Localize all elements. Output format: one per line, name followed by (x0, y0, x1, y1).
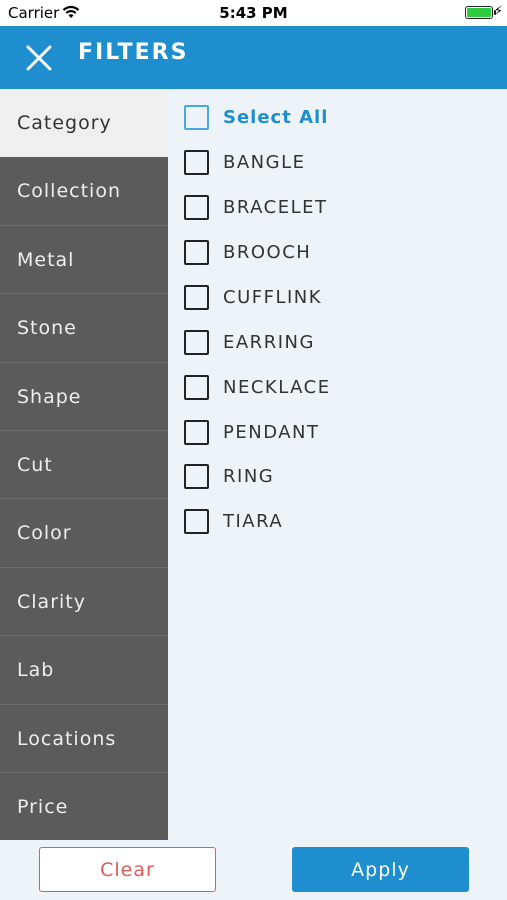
filters-header: FILTERS (0, 26, 507, 89)
close-icon (26, 45, 52, 71)
sidebar-item-metal[interactable]: Metal (0, 226, 168, 295)
sidebar-item-shape[interactable]: Shape (0, 363, 168, 431)
battery-icon (465, 6, 496, 19)
checkbox[interactable] (184, 419, 209, 445)
sidebar-item-clarity[interactable]: Clarity (0, 568, 168, 637)
clock: 5:43 PM (219, 4, 288, 22)
page-title: FILTERS (78, 40, 189, 65)
select-all-label: Select All (223, 106, 329, 128)
footer-actions: Clear Apply (0, 840, 507, 900)
option-row-brooch[interactable]: BROOCH (184, 238, 311, 266)
option-label: RING (223, 465, 275, 487)
charging-bolt-icon: ⚡ (493, 4, 503, 19)
option-label: TIARA (223, 510, 284, 532)
option-row-pendant[interactable]: PENDANT (184, 418, 320, 446)
sidebar-item-stone[interactable]: Stone (0, 294, 168, 363)
sidebar-item-color[interactable]: Color (0, 499, 168, 568)
checkbox[interactable] (184, 284, 209, 310)
option-row-ring[interactable]: RING (184, 462, 274, 490)
sidebar-item-cut[interactable]: Cut (0, 431, 168, 500)
option-label: CUFFLINK (223, 286, 323, 308)
option-label: BROOCH (223, 241, 312, 263)
filter-options-panel: Select All BANGLE BRACELET BROOCH CUFFLI… (168, 89, 507, 840)
sidebar-item-category[interactable]: Category (0, 89, 168, 158)
option-label: NECKLACE (223, 376, 331, 398)
clear-button[interactable]: Clear (39, 847, 216, 892)
option-label: EARRING (223, 331, 315, 353)
option-label: BANGLE (223, 151, 306, 173)
checkbox[interactable] (184, 149, 209, 175)
select-all-row[interactable]: Select All (184, 103, 328, 131)
checkbox[interactable] (184, 374, 209, 400)
filter-category-sidebar: Category Collection Metal Stone Shape Cu… (0, 89, 168, 842)
option-row-necklace[interactable]: NECKLACE (184, 373, 331, 401)
option-row-bracelet[interactable]: BRACELET (184, 193, 327, 221)
checkbox[interactable] (184, 194, 209, 220)
option-row-bangle[interactable]: BANGLE (184, 148, 305, 176)
checkbox[interactable] (184, 508, 209, 534)
select-all-checkbox[interactable] (184, 104, 209, 130)
apply-button[interactable]: Apply (292, 847, 469, 892)
sidebar-item-locations[interactable]: Locations (0, 705, 168, 773)
checkbox[interactable] (184, 239, 209, 265)
sidebar-item-collection[interactable]: Collection (0, 157, 168, 226)
sidebar-item-price[interactable]: Price (0, 773, 168, 842)
checkbox[interactable] (184, 329, 209, 355)
option-row-cufflink[interactable]: CUFFLINK (184, 283, 322, 311)
sidebar-item-lab[interactable]: Lab (0, 636, 168, 705)
option-row-earring[interactable]: EARRING (184, 328, 315, 356)
checkbox[interactable] (184, 463, 209, 489)
option-label: BRACELET (223, 196, 328, 218)
option-label: PENDANT (223, 421, 320, 443)
status-bar: Carrier 5:43 PM ⚡ (0, 0, 507, 26)
close-button[interactable] (22, 41, 56, 75)
option-row-tiara[interactable]: TIARA (184, 507, 283, 535)
